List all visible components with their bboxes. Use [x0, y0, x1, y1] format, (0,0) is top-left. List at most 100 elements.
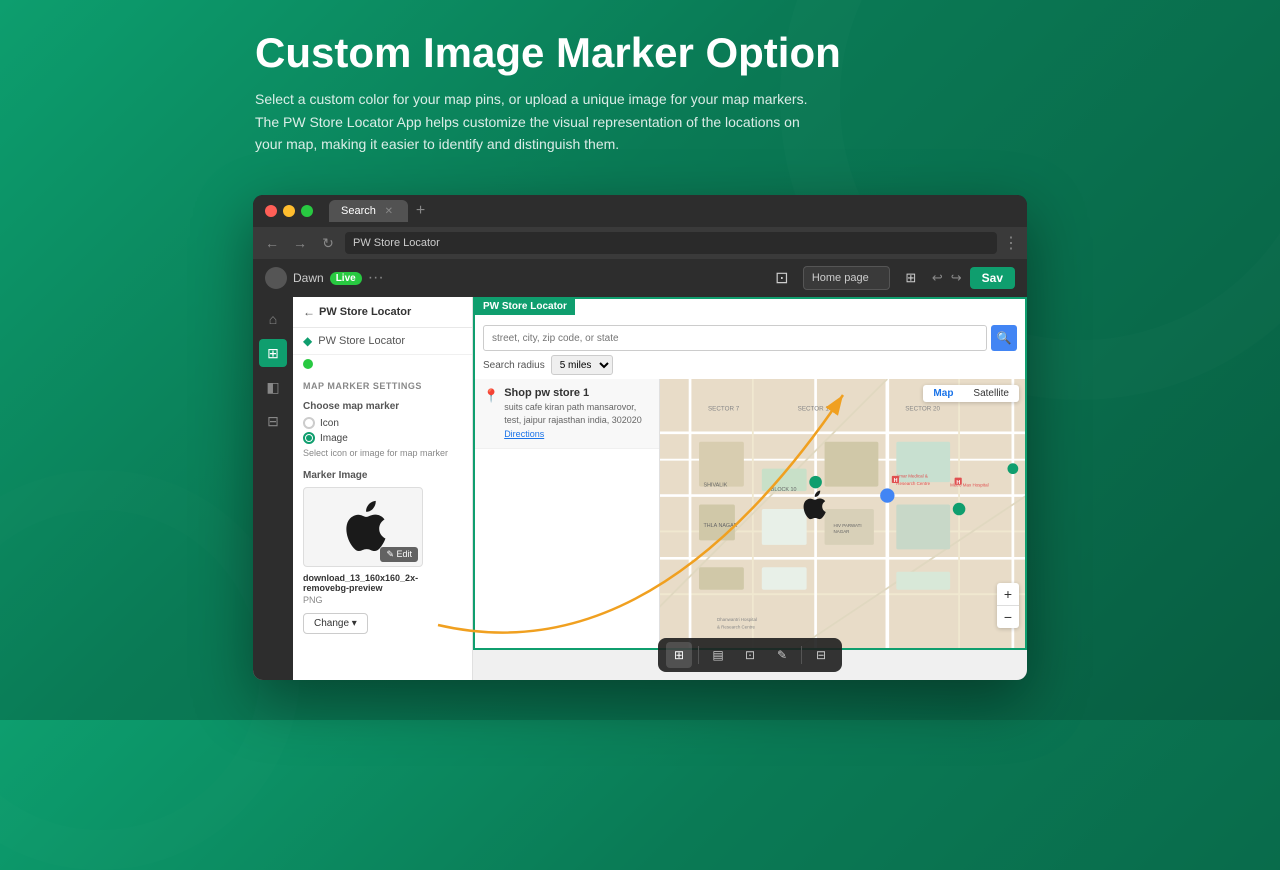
widget-badge: PW Store Locator: [475, 298, 575, 315]
preview-icon[interactable]: ⊡: [769, 265, 795, 291]
radio-image-circle[interactable]: [303, 432, 315, 444]
browser-menu-button[interactable]: ⋮: [1003, 233, 1019, 253]
redo-button[interactable]: ↪: [951, 270, 962, 286]
zoom-in-button[interactable]: +: [997, 583, 1019, 605]
tool-layout-button[interactable]: ⊡: [737, 642, 763, 668]
store-list: 📍 Shop pw store 1 suits cafe kiran path …: [475, 379, 660, 648]
widget-search-input[interactable]: [483, 325, 987, 351]
map-tab-map[interactable]: Map: [923, 385, 963, 402]
radius-label: Search radius: [483, 360, 545, 371]
back-nav-button[interactable]: ←: [261, 232, 283, 254]
user-avatar: [265, 267, 287, 289]
editor-bottom-toolbar: ⊞ ▤ ⊡ ✎ ⊟: [658, 638, 842, 672]
sidebar-icon-components[interactable]: ⊟: [259, 407, 287, 435]
toolbar-user: Dawn Live ···: [265, 267, 384, 289]
grid-icon[interactable]: ⊞: [898, 265, 924, 291]
map-zoom-controls: + −: [997, 583, 1019, 628]
svg-text:H: H: [956, 480, 960, 486]
tool-delete-button[interactable]: ⊟: [808, 642, 834, 668]
panel-nav-icon: ◆: [303, 334, 312, 348]
close-button[interactable]: [265, 205, 277, 217]
sidebar-icon-pages[interactable]: ⊞: [259, 339, 287, 367]
store-item[interactable]: 📍 Shop pw store 1 suits cafe kiran path …: [475, 379, 659, 449]
toolbar-divider-1: [698, 646, 699, 664]
radius-select[interactable]: 5 miles: [551, 355, 613, 375]
undo-button[interactable]: ↩: [932, 270, 943, 286]
toolbar-more-button[interactable]: ···: [368, 269, 384, 287]
main-content: PW Store Locator 🔍 Search radius 5 miles: [473, 297, 1027, 680]
store-address: suits cafe kiran path mansarovor, test, …: [504, 401, 651, 426]
map-tab-satellite[interactable]: Satellite: [963, 385, 1019, 402]
app-chrome: Dawn Live ··· ⊡ Home page ⊞ ↩ ↪ Sav ⌂ ⊞ …: [253, 259, 1027, 680]
marker-image-label: Marker Image: [303, 470, 462, 481]
address-text: PW Store Locator: [353, 237, 440, 249]
map-area: SECTOR 7 SECTOR 10 SECTOR 20 SHIVALIK BL…: [660, 379, 1025, 648]
zoom-out-button[interactable]: −: [997, 606, 1019, 628]
panel-nav-item[interactable]: ◆ PW Store Locator: [293, 328, 472, 355]
tool-grid-button[interactable]: ⊞: [666, 642, 692, 668]
setting-label: Choose map marker: [303, 401, 462, 412]
live-badge: Live: [330, 272, 362, 285]
svg-text:H: H: [894, 478, 898, 484]
panel-nav-label: PW Store Locator: [318, 335, 405, 347]
active-tab[interactable]: Search ✕: [329, 200, 408, 222]
svg-text:SECTOR 20: SECTOR 20: [905, 405, 940, 412]
panel-back-button[interactable]: ←: [303, 305, 315, 319]
store-locator-widget: PW Store Locator 🔍 Search radius 5 miles: [473, 297, 1027, 650]
marker-image-box: ✎ Edit: [303, 487, 423, 567]
tab-close-icon[interactable]: ✕: [382, 204, 396, 218]
toolbar-icon-preview: ⊡: [769, 265, 795, 291]
panel-breadcrumb: ← PW Store Locator: [293, 297, 472, 328]
image-filename: download_13_160x160_2x-removebg-preview: [303, 573, 462, 593]
svg-text:NAGAR: NAGAR: [834, 529, 851, 534]
svg-text:SECTOR 10: SECTOR 10: [798, 405, 833, 412]
radio-option-icon[interactable]: Icon: [303, 417, 462, 429]
sidebar-icon-home[interactable]: ⌂: [259, 305, 287, 333]
new-tab-button[interactable]: +: [412, 202, 429, 220]
toolbar-divider-2: [801, 646, 802, 664]
marker-image-section: Marker Image ✎ Edit download_13_160x160_…: [293, 464, 472, 640]
svg-text:SHIVALIK: SHIVALIK: [704, 483, 728, 489]
forward-nav-button[interactable]: →: [289, 232, 311, 254]
radio-option-image[interactable]: Image: [303, 432, 462, 444]
marker-type-setting: Choose map marker Icon Image Select icon…: [293, 395, 472, 464]
radio-image-label: Image: [320, 433, 348, 444]
tool-edit-button[interactable]: ✎: [769, 642, 795, 668]
marker-image-edit-button[interactable]: ✎ Edit: [380, 547, 418, 562]
svg-text:Amar Medical &: Amar Medical &: [896, 474, 928, 479]
sidebar-icon-layers[interactable]: ◧: [259, 373, 287, 401]
browser-window: Search ✕ + ← → ↻ PW Store Locator ⋮ Dawn…: [253, 195, 1027, 680]
sidebar-icons: ⌂ ⊞ ◧ ⊟: [253, 297, 293, 680]
store-pin-icon: 📍: [483, 388, 499, 404]
reload-nav-button[interactable]: ↻: [317, 232, 339, 254]
save-button[interactable]: Sav: [970, 267, 1015, 289]
panel-breadcrumb-title: PW Store Locator: [319, 306, 411, 318]
app-toolbar: Dawn Live ··· ⊡ Home page ⊞ ↩ ↪ Sav: [253, 259, 1027, 297]
store-name: Shop pw store 1: [504, 387, 651, 399]
svg-text:& Research Centre: & Research Centre: [717, 624, 756, 629]
browser-titlebar: Search ✕ +: [253, 195, 1027, 227]
minimize-button[interactable]: [283, 205, 295, 217]
widget-radius-bar: Search radius 5 miles: [475, 351, 1025, 379]
maximize-button[interactable]: [301, 205, 313, 217]
widget-search-button[interactable]: 🔍: [991, 325, 1017, 351]
browser-tabs: Search ✕ +: [329, 200, 1015, 222]
page-selector[interactable]: Home page: [803, 266, 890, 290]
traffic-lights: [265, 205, 313, 217]
svg-text:BLOCK 10: BLOCK 10: [771, 487, 797, 493]
page-description: Select a custom color for your map pins,…: [255, 88, 815, 155]
radio-icon-circle[interactable]: [303, 417, 315, 429]
svg-text:SECTOR 7: SECTOR 7: [708, 405, 740, 412]
svg-text:HIV PARWATI: HIV PARWATI: [834, 523, 862, 528]
address-bar[interactable]: PW Store Locator: [345, 232, 997, 254]
tool-list-button[interactable]: ▤: [705, 642, 731, 668]
svg-text:THLA NAGAR: THLA NAGAR: [704, 523, 738, 529]
change-image-button[interactable]: Change ▾: [303, 613, 368, 634]
store-directions-link[interactable]: Directions: [504, 429, 544, 439]
svg-text:Dhanwantri Hospital: Dhanwantri Hospital: [717, 617, 757, 622]
radio-icon-label: Icon: [320, 418, 339, 429]
map-apple-marker: [799, 489, 827, 528]
map-svg: SECTOR 7 SECTOR 10 SECTOR 20 SHIVALIK BL…: [660, 379, 1025, 648]
select-hint: Select icon or image for map marker: [303, 448, 462, 458]
left-panel: ← PW Store Locator ◆ PW Store Locator MA…: [293, 297, 473, 680]
